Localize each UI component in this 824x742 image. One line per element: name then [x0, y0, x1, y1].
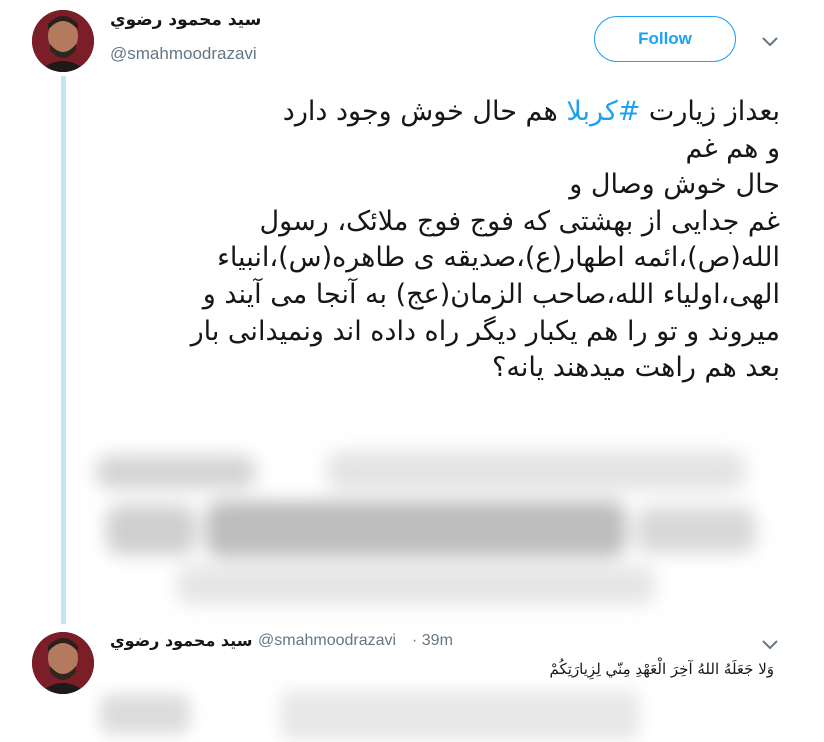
reply-text: وَلا جَعَلَهُ اللهُ آخِرَ الْعَهْدِ مِنّ… — [549, 660, 775, 678]
thread-connector-line — [61, 76, 66, 624]
profile-photo — [32, 632, 94, 694]
tweet-text-line: بعداز زیارت #کربلا هم حال خوش وجود دارد — [282, 96, 780, 127]
profile-photo — [32, 10, 94, 72]
tweet-text-line: غم جدایی از بهشتی که فوج فوج ملائک، رسول — [259, 205, 780, 237]
tweet-text: بعداز زیارت #کربلا هم حال خوش وجود دارد … — [100, 94, 780, 387]
tweet-media-blurred[interactable] — [86, 447, 782, 619]
author-display-name[interactable]: سید محمود رضوي — [110, 10, 261, 30]
tweet-options-chevron-down-icon[interactable] — [762, 37, 778, 47]
follow-button[interactable]: Follow — [594, 16, 736, 62]
reply-author-avatar[interactable] — [32, 632, 94, 694]
author-handle[interactable]: @smahmoodrazavi — [110, 44, 257, 64]
reply-timestamp[interactable]: · 39m — [412, 632, 453, 650]
hashtag-link[interactable]: #کربلا — [566, 96, 640, 127]
reply-media-blurred[interactable] — [100, 690, 780, 742]
reply-author-handle[interactable]: @smahmoodrazavi — [258, 632, 396, 650]
tweet-text-line: الله(ص)،ائمه اطهار(ع)،صدیقه ی طاهره(س)،ا… — [217, 242, 780, 274]
reply-author-display-name[interactable]: سید محمود رضوي — [110, 631, 252, 650]
tweet-text-line: بعد هم راهت میدهند یانه؟ — [492, 352, 780, 384]
reply-options-chevron-down-icon[interactable] — [762, 640, 778, 650]
tweet-text-line: حال خوش وصال و — [569, 169, 780, 201]
tweet-text-line: الهی،اولیاء الله،صاحب الزمان(عج) به آنجا… — [202, 278, 780, 310]
tweet-text-line: و هم غم — [685, 132, 781, 164]
tweet-text-line: میروند و تو را هم یکبار دیگر راه داده ان… — [190, 315, 780, 347]
author-avatar[interactable] — [32, 10, 94, 72]
